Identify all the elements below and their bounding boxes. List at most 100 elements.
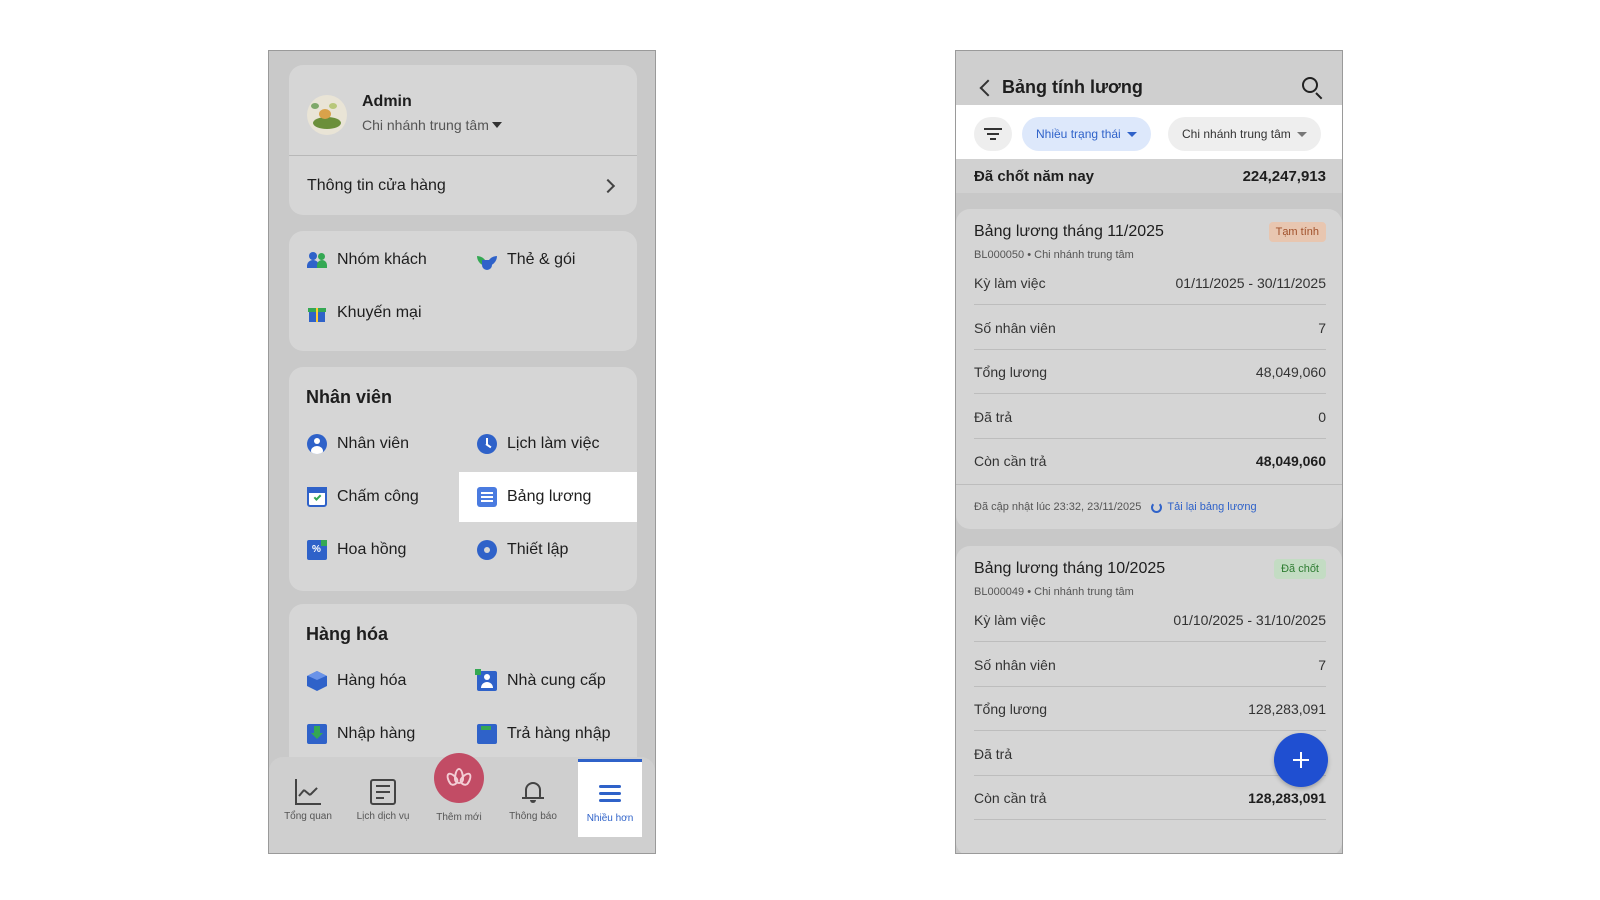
phone-right-payroll-screen: Bảng tính lương Nhiều trạng thái Chi nhá… [955,50,1343,854]
branch-filter-chip[interactable]: Chi nhánh trung tâm [1168,117,1321,151]
search-icon[interactable] [1302,77,1324,100]
bell-icon [520,779,546,805]
payroll-subtitle: BL000049 • Chi nhánh trung tâm [974,586,1134,598]
row-remaining: Còn cần trả 128,283,091 [974,776,1326,820]
chevron-right-icon [600,178,616,193]
row-value: 48,049,060 [1255,363,1326,380]
menu-icon [597,781,623,807]
payroll-subtitle: BL000050 • Chi nhánh trung tâm [974,249,1134,261]
payroll-card[interactable]: Bảng lương tháng 10/2025 Đã chốt BL00004… [956,546,1342,853]
nav-more[interactable]: Nhiều hơn [578,759,642,837]
menu-cards-packages[interactable]: Thẻ & gói [459,235,637,285]
menu-label: Lịch làm việc [507,435,600,452]
menu-suppliers[interactable]: Nhà cung cấp [459,656,637,706]
section-title-staff: Nhân viên [306,387,393,407]
menu-label: Thẻ & gói [507,251,576,268]
add-payroll-fab[interactable] [1274,733,1328,787]
menu-customer-groups[interactable]: Nhóm khách [289,235,467,285]
menu-promotions[interactable]: Khuyến mại [289,288,467,338]
gift-icon [307,303,327,323]
store-info-row[interactable]: Thông tin cửa hàng [289,156,637,215]
people-icon [307,250,327,270]
status-filter-chip[interactable]: Nhiều trạng thái [1022,117,1151,151]
branch-name: Chi nhánh trung tâm [362,117,489,133]
chart-icon [295,779,321,805]
summary-label: Đã chốt năm nay [974,167,1095,185]
nav-label: Tổng quan [284,811,332,822]
caret-down-icon [491,122,502,128]
row-period: Kỳ làm việc 01/11/2025 - 30/11/2025 [974,261,1326,305]
filter-button[interactable] [974,117,1012,151]
refresh-icon [1151,501,1163,513]
menu-attendance[interactable]: Chấm công [289,472,467,522]
page-title: Bảng tính lương [1002,77,1143,97]
status-badge: Đã chốt [1274,559,1326,579]
menu-settings[interactable]: Thiết lập [459,525,637,575]
header-bar: Bảng tính lương [956,51,1342,105]
store-avatar[interactable] [307,95,347,135]
phone-left-menu-screen: Admin Chi nhánh trung tâm Thông tin cửa … [268,50,656,854]
row-label: Số nhân viên [974,319,1056,336]
calendar-check-icon [307,487,327,507]
customer-menu-card: Nhóm khách Thẻ & gói Khuyến mại [289,231,637,351]
store-info-label: Thông tin cửa hàng [307,176,446,194]
row-label: Đã trả [974,745,1013,762]
dropdown-arrow-icon [1296,131,1307,137]
row-label: Còn cần trả [974,789,1047,806]
add-new-button[interactable] [434,753,484,803]
summary-bar: Đã chốt năm nay 224,247,913 [956,159,1342,193]
menu-import[interactable]: Nhập hàng [289,709,467,759]
row-staff-count: Số nhân viên 7 [974,643,1326,687]
row-remaining: Còn cần trả 48,049,060 [974,439,1326,483]
row-paid: Đã trả [974,732,1326,776]
staff-section-card: Nhân viên Nhân viên Lịch làm việc Chấm c… [289,367,637,591]
row-total: Tổng lương 48,049,060 [974,350,1326,394]
menu-commission[interactable]: % Hoa hồng [289,525,467,575]
menu-label: Nhân viên [337,435,410,452]
row-label: Kỳ làm việc [974,611,1046,628]
menu-label: Nhập hàng [337,725,416,742]
menu-staff[interactable]: Nhân viên [289,419,467,469]
bottom-nav: Tổng quan Lịch dịch vụ Thêm mới Thông bá… [269,753,655,853]
row-label: Số nhân viên [974,656,1056,673]
menu-label: Khuyến mại [337,304,422,321]
leaf-icon [477,250,497,270]
row-label: Kỳ làm việc [974,274,1046,291]
nav-overview[interactable]: Tổng quan [276,757,340,837]
nav-label: Nhiều hơn [586,813,634,824]
import-icon [307,724,327,744]
commission-icon: % [307,540,327,560]
menu-label: Nhóm khách [337,251,427,268]
user-name: Admin [362,93,412,110]
payroll-card[interactable]: Bảng lương tháng 11/2025 Tạm tính BL0000… [956,209,1342,529]
row-period: Kỳ làm việc 01/10/2025 - 31/10/2025 [974,598,1326,642]
row-value: 0 [1318,408,1326,425]
chip-label: Chi nhánh trung tâm [1182,127,1291,141]
nav-service-schedule[interactable]: Lịch dịch vụ [351,757,415,837]
row-paid: Đã trả 0 [974,395,1326,439]
summary-value: 224,247,913 [1242,167,1326,185]
menu-goods[interactable]: Hàng hóa [289,656,467,706]
menu-payroll[interactable]: Bảng lương [459,472,637,522]
row-value: 7 [1318,319,1326,336]
plus-icon [1293,752,1309,768]
reload-payroll-link[interactable]: Tải lại bảng lương [1151,501,1257,513]
updated-text: Đã cập nhật lúc 23:32, 23/11/2025 [974,501,1142,513]
row-label: Tổng lương [974,363,1048,380]
row-value: 128,283,091 [1248,700,1326,717]
back-arrow-icon[interactable] [979,79,997,97]
schedule-icon [370,779,396,805]
menu-label: Bảng lương [507,488,592,505]
supplier-icon [475,669,497,691]
user-icon [307,434,327,454]
chip-label: Nhiều trạng thái [1036,127,1121,141]
menu-label: Thiết lập [507,541,569,558]
menu-schedule[interactable]: Lịch làm việc [459,419,637,469]
menu-label: Hàng hóa [337,672,407,689]
row-total: Tổng lương 128,283,091 [974,687,1326,731]
nav-notifications[interactable]: Thông báo [501,757,565,837]
branch-selector[interactable]: Chi nhánh trung tâm [362,117,502,133]
nav-label: Thông báo [509,811,557,822]
menu-return-import[interactable]: Trả hàng nhập [459,709,637,759]
section-title-goods: Hàng hóa [306,624,389,644]
